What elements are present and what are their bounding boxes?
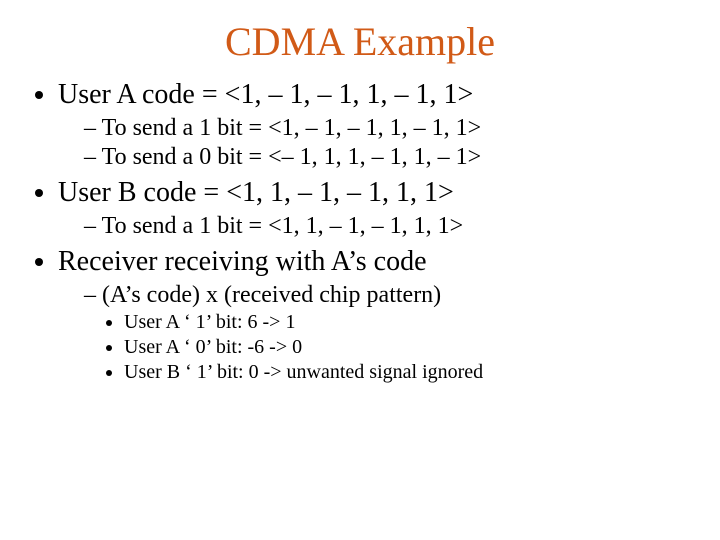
bullet-receiver-text: Receiver receiving with A’s code: [58, 246, 427, 277]
bullet-receiver-formula: (A’s code) x (received chip pattern) Use…: [84, 282, 690, 384]
bullet-user-a-send-0: To send a 0 bit = <– 1, 1, 1, – 1, 1, – …: [84, 144, 690, 171]
bullet-user-b-text: User B code = <1, 1, – 1, – 1, 1, 1>: [58, 177, 454, 208]
slide: CDMA Example User A code = <1, – 1, – 1,…: [0, 0, 720, 540]
bullet-user-b-sublist: To send a 1 bit = <1, 1, – 1, – 1, 1, 1>: [58, 213, 690, 240]
bullet-receiver-results: User A ‘ 1’ bit: 6 -> 1 User A ‘ 0’ bit:…: [84, 311, 690, 384]
bullet-receiver: Receiver receiving with A’s code (A’s co…: [58, 246, 690, 384]
result-user-a-0: User A ‘ 0’ bit: -6 -> 0: [124, 336, 690, 359]
result-user-b-1: User B ‘ 1’ bit: 0 -> unwanted signal ig…: [124, 361, 690, 384]
bullet-user-a: User A code = <1, – 1, – 1, 1, – 1, 1> T…: [58, 79, 690, 171]
bullet-receiver-formula-text: (A’s code) x (received chip pattern): [102, 282, 441, 308]
bullet-user-b: User B code = <1, 1, – 1, – 1, 1, 1> To …: [58, 177, 690, 240]
bullet-receiver-sublist: (A’s code) x (received chip pattern) Use…: [58, 282, 690, 384]
result-user-a-1: User A ‘ 1’ bit: 6 -> 1: [124, 311, 690, 334]
bullet-list: User A code = <1, – 1, – 1, 1, – 1, 1> T…: [30, 79, 690, 384]
bullet-user-a-sublist: To send a 1 bit = <1, – 1, – 1, 1, – 1, …: [58, 115, 690, 171]
bullet-user-a-send-1: To send a 1 bit = <1, – 1, – 1, 1, – 1, …: [84, 115, 690, 142]
bullet-user-b-send-1: To send a 1 bit = <1, 1, – 1, – 1, 1, 1>: [84, 213, 690, 240]
slide-title: CDMA Example: [30, 18, 690, 65]
bullet-user-a-text: User A code = <1, – 1, – 1, 1, – 1, 1>: [58, 79, 473, 110]
